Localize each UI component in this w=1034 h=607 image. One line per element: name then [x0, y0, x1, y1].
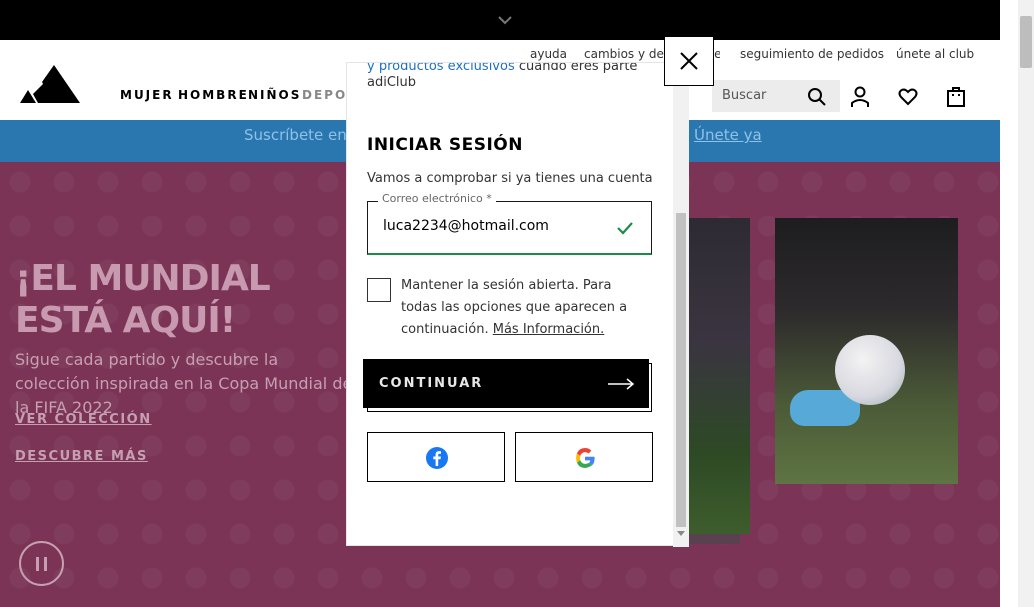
continue-label: CONTINUAR — [379, 376, 484, 391]
modal-scrollbar[interactable] — [673, 63, 689, 547]
bag-icon[interactable] — [946, 86, 966, 108]
hero-subtitle: Sigue cada partido y descubre la colecci… — [15, 350, 353, 417]
chevron-down-icon[interactable] — [495, 12, 515, 28]
continue-button[interactable]: CONTINUAR — [363, 359, 649, 408]
arrow-right-icon — [608, 378, 635, 390]
email-value[interactable]: luca2234@hotmail.com — [383, 218, 549, 234]
pause-button[interactable] — [19, 541, 64, 586]
hero-title: ¡EL MUNDIAL ESTÁ AQUÍ! — [15, 258, 271, 341]
keep-session-checkbox[interactable] — [367, 278, 391, 302]
hero-link-ver-coleccion[interactable]: VER COLECCIÓN — [15, 412, 152, 427]
modal-title: INICIAR SESIÓN — [367, 135, 523, 155]
pause-icon — [44, 557, 47, 571]
search-input[interactable]: Buscar — [722, 88, 766, 103]
nav-hombre[interactable]: HOMBRE — [178, 88, 249, 102]
google-icon — [576, 448, 595, 468]
email-field[interactable]: Correo electrónico * luca2234@hotmail.co… — [367, 192, 652, 255]
adidas-logo[interactable] — [20, 65, 80, 105]
check-icon — [617, 222, 633, 235]
keep-session-label: Mantener la sesión abierta. Para todas l… — [401, 275, 651, 341]
user-icon[interactable] — [850, 86, 870, 108]
email-label: Correo electrónico * — [378, 192, 496, 205]
hero-link-descubre[interactable]: DESCUBRE MÁS — [15, 449, 148, 464]
more-info-link[interactable]: Más Información. — [493, 322, 605, 337]
page-scrollbar-thumb[interactable] — [1020, 16, 1032, 68]
close-icon — [680, 52, 698, 70]
top-banner — [0, 0, 1000, 40]
nav-deportes[interactable]: DEPORTES — [302, 88, 346, 102]
nav-mujer[interactable]: MUJER — [120, 88, 174, 102]
modal-club-name: adiClub — [367, 75, 417, 90]
pause-icon — [36, 557, 39, 571]
hero-image-football — [835, 335, 905, 405]
scroll-down-arrow-icon[interactable] — [677, 531, 685, 536]
modal-scrollbar-thumb[interactable] — [676, 213, 686, 527]
modal-intro-rest: cuando eres parte — [514, 63, 638, 74]
modal-description: Vamos a comprobar si ya tienes una cuent… — [367, 171, 653, 186]
login-modal: y productos exclusivos cuando eres parte… — [346, 62, 689, 547]
promo-text: Suscríbete en — [244, 126, 347, 144]
util-link-ayuda[interactable]: ayuda — [530, 47, 567, 63]
util-link-club[interactable]: únete al club — [896, 47, 974, 63]
search-box[interactable]: Buscar — [712, 80, 840, 112]
modal-close-button[interactable] — [664, 36, 714, 86]
page-scrollbar[interactable] — [1018, 0, 1034, 607]
heart-icon[interactable] — [898, 86, 918, 108]
login-modal-content: y productos exclusivos cuando eres parte… — [347, 63, 673, 547]
google-login-button[interactable] — [515, 432, 653, 482]
util-link-seguimiento[interactable]: seguimiento de pedidos — [740, 47, 884, 63]
nav-ninos[interactable]: NIÑOS — [248, 88, 301, 102]
facebook-icon — [426, 447, 448, 469]
facebook-login-button[interactable] — [367, 432, 505, 482]
promo-link[interactable]: Únete ya — [694, 126, 762, 144]
search-icon[interactable] — [807, 87, 827, 107]
modal-intro-link[interactable]: y productos exclusivos — [367, 63, 515, 74]
